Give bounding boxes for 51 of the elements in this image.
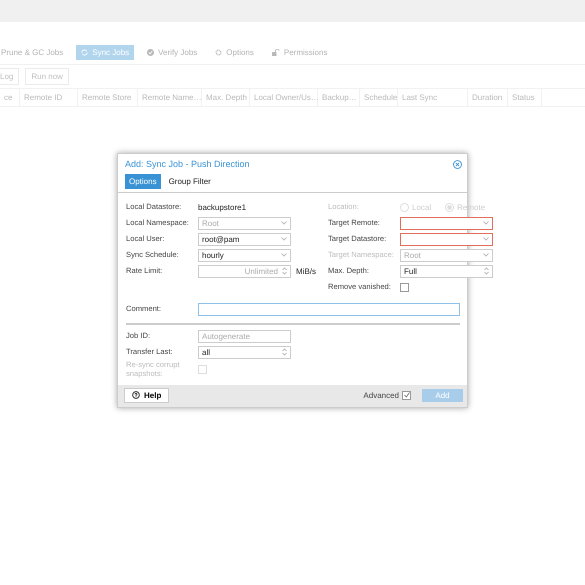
column-header[interactable]: Duration bbox=[468, 89, 508, 106]
dropdown-icon[interactable] bbox=[281, 221, 287, 225]
help-icon bbox=[132, 391, 140, 400]
dropdown-icon[interactable] bbox=[483, 221, 489, 225]
column-header[interactable]: Remote Store bbox=[78, 89, 138, 106]
column-header[interactable]: Schedule bbox=[360, 89, 398, 106]
column-header[interactable]: Status bbox=[508, 89, 542, 106]
check-circle-icon bbox=[147, 48, 154, 56]
checkbox[interactable] bbox=[400, 282, 409, 292]
help-button[interactable]: Help bbox=[124, 388, 170, 403]
field-value: backupstore1 bbox=[198, 202, 246, 212]
column-header[interactable]: Remote Name… bbox=[138, 89, 202, 106]
dropdown-field[interactable]: root@pam bbox=[198, 232, 291, 246]
toolbar-button[interactable]: Log bbox=[0, 68, 20, 85]
spinner-icon[interactable] bbox=[484, 267, 489, 275]
column-header[interactable]: Max. Depth bbox=[202, 89, 250, 106]
dropdown-icon[interactable] bbox=[281, 237, 287, 241]
tab[interactable]: Prune & GC Jobs bbox=[0, 44, 68, 60]
number-field[interactable]: all bbox=[198, 346, 291, 358]
tab[interactable]: Group Filter bbox=[164, 174, 215, 189]
tab[interactable]: Sync Jobs bbox=[76, 44, 134, 60]
toolbar-button[interactable]: Run now bbox=[25, 68, 69, 85]
column-header[interactable]: Local Owner/Us… bbox=[250, 89, 318, 106]
dropdown-field[interactable] bbox=[400, 216, 493, 230]
spinner-icon[interactable] bbox=[282, 348, 287, 356]
dropdown-field[interactable]: Root bbox=[198, 216, 291, 230]
column-header[interactable]: Last Sync bbox=[398, 89, 468, 106]
column-header[interactable]: ce bbox=[0, 89, 20, 106]
spinner-icon[interactable] bbox=[282, 267, 287, 275]
unlock-icon bbox=[272, 48, 280, 56]
sync-icon bbox=[81, 48, 88, 56]
close-icon[interactable] bbox=[453, 160, 462, 168]
dropdown-field[interactable]: hourly bbox=[198, 248, 291, 262]
dropdown-icon[interactable] bbox=[483, 237, 489, 241]
dropdown-icon[interactable] bbox=[281, 253, 287, 257]
comment-field[interactable] bbox=[198, 302, 460, 316]
tab[interactable]: Options bbox=[125, 174, 161, 189]
unit-label: MiB/s bbox=[296, 266, 316, 276]
gear-icon bbox=[215, 48, 222, 56]
dropdown-field[interactable] bbox=[400, 232, 493, 246]
column-header[interactable]: Remote ID bbox=[20, 89, 78, 106]
tab[interactable]: Permissions bbox=[266, 44, 332, 60]
column-header[interactable]: Backup… bbox=[318, 89, 360, 106]
advanced-checkbox[interactable] bbox=[402, 390, 411, 400]
advanced-label: Advanced bbox=[363, 390, 399, 400]
number-field[interactable]: Unlimited bbox=[198, 264, 291, 278]
input-field[interactable]: Autogenerate bbox=[198, 330, 291, 342]
number-field[interactable]: Full bbox=[400, 264, 493, 278]
tab[interactable]: Verify Jobs bbox=[142, 44, 202, 60]
dialog-title: Add: Sync Job - Push Direction bbox=[125, 159, 250, 169]
tab[interactable]: Options bbox=[210, 44, 259, 60]
